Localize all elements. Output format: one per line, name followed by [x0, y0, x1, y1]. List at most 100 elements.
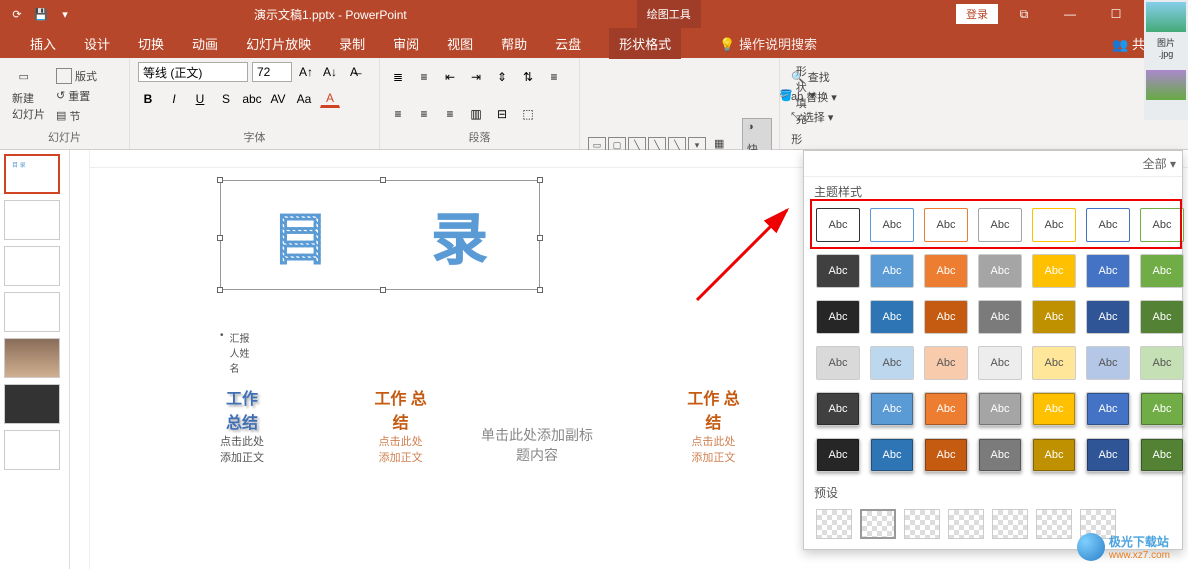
align-center-button[interactable]: ≡ — [388, 105, 408, 123]
contextual-tab-drawing-tools[interactable]: 绘图工具 — [637, 0, 701, 28]
reset-button[interactable]: ↺重置 — [53, 87, 100, 105]
quick-styles-all-dropdown[interactable]: 全部 ▾ — [1143, 155, 1176, 172]
tab-insert[interactable]: 插入 — [30, 34, 56, 53]
theme-style-fill-0-3[interactable]: Abc — [978, 254, 1022, 288]
italic-button[interactable]: I — [164, 90, 184, 108]
section-button[interactable]: ▤节 — [53, 107, 100, 125]
theme-style-fill-0-6[interactable]: Abc — [1140, 254, 1184, 288]
theme-style-fill-3-1[interactable]: Abc — [870, 392, 914, 426]
login-button[interactable]: 登录 — [956, 4, 998, 24]
preset-style-1[interactable] — [816, 509, 852, 539]
theme-style-fill-0-0[interactable]: Abc — [816, 254, 860, 288]
font-family-combo[interactable] — [138, 62, 248, 82]
align-left-button[interactable]: ≡ — [544, 68, 564, 86]
thumbnail-5[interactable] — [4, 338, 60, 378]
increase-indent-button[interactable]: ⇥ — [466, 68, 486, 86]
theme-style-outline-6[interactable]: Abc — [1140, 208, 1184, 242]
tab-transition[interactable]: 切换 — [138, 34, 164, 53]
thumbnail-4[interactable] — [4, 292, 60, 332]
text-direction-button[interactable]: ⇅ — [518, 68, 538, 86]
tab-design[interactable]: 设计 — [84, 34, 110, 53]
numbering-button[interactable]: ≡ — [414, 68, 434, 86]
maximize-button[interactable]: ☐ — [1096, 0, 1136, 28]
theme-style-fill-4-4[interactable]: Abc — [1032, 438, 1076, 472]
tab-view[interactable]: 视图 — [447, 34, 473, 53]
theme-style-fill-1-4[interactable]: Abc — [1032, 300, 1076, 334]
thumbnail-1[interactable]: 目 录 — [4, 154, 60, 194]
shadow-button[interactable]: abc — [242, 90, 262, 108]
autosave-icon[interactable]: ⟳ — [8, 5, 26, 23]
find-button[interactable]: 🔍 查找 — [788, 68, 862, 86]
tab-shape-format[interactable]: 形状格式 — [609, 28, 681, 59]
smartart-button[interactable]: ⬚ — [518, 105, 538, 123]
subtitle-placeholder[interactable]: 单击此处添加副标题内容 — [481, 427, 593, 463]
thumbnail-2[interactable] — [4, 200, 60, 240]
theme-style-fill-4-1[interactable]: Abc — [870, 438, 914, 472]
preset-style-2[interactable] — [860, 509, 896, 539]
preset-style-6[interactable] — [1036, 509, 1072, 539]
theme-style-outline-4[interactable]: Abc — [1032, 208, 1076, 242]
theme-style-fill-2-1[interactable]: Abc — [870, 346, 914, 380]
ribbon-display-icon[interactable]: ⧉ — [1004, 0, 1044, 28]
select-button[interactable]: ⤡ 选择 ▾ — [788, 108, 862, 126]
theme-style-fill-1-3[interactable]: Abc — [978, 300, 1022, 334]
theme-style-fill-2-4[interactable]: Abc — [1032, 346, 1076, 380]
theme-style-fill-3-6[interactable]: Abc — [1140, 392, 1184, 426]
save-icon[interactable]: 💾 — [32, 5, 50, 23]
preset-style-4[interactable] — [948, 509, 984, 539]
theme-style-outline-0[interactable]: Abc — [816, 208, 860, 242]
minimize-button[interactable]: — — [1050, 0, 1090, 28]
font-size-combo[interactable] — [252, 62, 292, 82]
click-placeholder-1[interactable]: 点击此处 添加正文 — [220, 433, 264, 465]
thumbnail-6[interactable] — [4, 384, 60, 424]
theme-style-fill-2-0[interactable]: Abc — [816, 346, 860, 380]
theme-style-fill-2-6[interactable]: Abc — [1140, 346, 1184, 380]
theme-style-fill-4-2[interactable]: Abc — [924, 438, 968, 472]
preset-style-3[interactable] — [904, 509, 940, 539]
clear-format-icon[interactable]: A̶ — [344, 63, 364, 81]
theme-style-fill-4-0[interactable]: Abc — [816, 438, 860, 472]
desktop-thumb-2[interactable] — [1146, 70, 1186, 100]
align-right-button[interactable]: ≡ — [414, 105, 434, 123]
increase-font-icon[interactable]: A↑ — [296, 63, 316, 81]
underline-button[interactable]: U — [190, 90, 210, 108]
theme-style-fill-3-5[interactable]: Abc — [1086, 392, 1130, 426]
tab-cloud[interactable]: 云盘 — [555, 34, 581, 53]
bullets-button[interactable]: ≣ — [388, 68, 408, 86]
bold-button[interactable]: B — [138, 90, 158, 108]
wordart-selection[interactable]: 目 录 — [220, 180, 540, 290]
click-placeholder-2[interactable]: 点击此处 添加正文 — [374, 433, 427, 465]
theme-style-fill-1-1[interactable]: Abc — [870, 300, 914, 334]
theme-style-fill-3-3[interactable]: Abc — [978, 392, 1022, 426]
theme-style-fill-3-4[interactable]: Abc — [1032, 392, 1076, 426]
tab-slideshow[interactable]: 幻灯片放映 — [246, 34, 311, 53]
qat-dropdown-icon[interactable]: ▾ — [56, 5, 74, 23]
new-slide-button[interactable]: ▭ 新建 幻灯片 — [8, 68, 49, 124]
theme-style-fill-1-6[interactable]: Abc — [1140, 300, 1184, 334]
columns-button[interactable]: ▥ — [466, 105, 486, 123]
tab-animation[interactable]: 动画 — [192, 34, 218, 53]
thumbnail-7[interactable] — [4, 430, 60, 470]
theme-style-fill-1-0[interactable]: Abc — [816, 300, 860, 334]
desktop-thumb-1[interactable] — [1146, 2, 1186, 32]
theme-style-fill-0-1[interactable]: Abc — [870, 254, 914, 288]
decrease-font-icon[interactable]: A↓ — [320, 63, 340, 81]
decrease-indent-button[interactable]: ⇤ — [440, 68, 460, 86]
thumbnail-3[interactable] — [4, 246, 60, 286]
theme-style-outline-5[interactable]: Abc — [1086, 208, 1130, 242]
tab-help[interactable]: 帮助 — [501, 34, 527, 53]
justify-button[interactable]: ≡ — [440, 105, 460, 123]
line-spacing-button[interactable]: ⇕ — [492, 68, 512, 86]
layout-button[interactable]: 版式 — [53, 67, 100, 85]
tab-record[interactable]: 录制 — [339, 34, 365, 53]
theme-style-fill-4-5[interactable]: Abc — [1086, 438, 1130, 472]
theme-style-fill-4-6[interactable]: Abc — [1140, 438, 1184, 472]
theme-style-fill-4-3[interactable]: Abc — [978, 438, 1022, 472]
theme-style-fill-2-2[interactable]: Abc — [924, 346, 968, 380]
strikethrough-button[interactable]: S — [216, 90, 236, 108]
theme-style-fill-0-5[interactable]: Abc — [1086, 254, 1130, 288]
tab-review[interactable]: 审阅 — [393, 34, 419, 53]
theme-style-outline-2[interactable]: Abc — [924, 208, 968, 242]
theme-style-fill-2-5[interactable]: Abc — [1086, 346, 1130, 380]
theme-style-fill-1-2[interactable]: Abc — [924, 300, 968, 334]
